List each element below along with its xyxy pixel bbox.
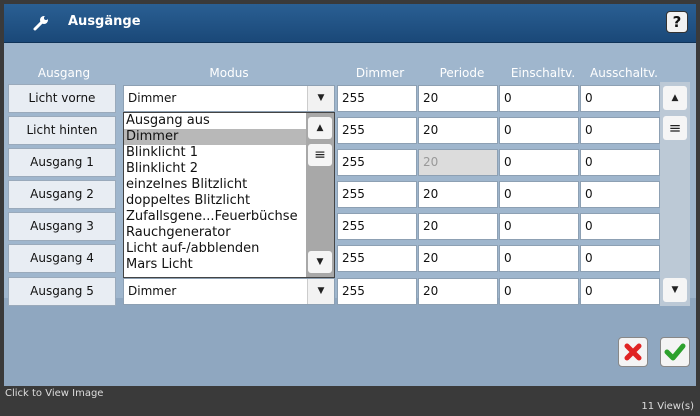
header-modus: Modus xyxy=(209,66,249,80)
row-label: Ausgang 2 xyxy=(8,180,116,209)
einschaltv-field[interactable]: 0 xyxy=(499,245,579,272)
dimmer-field[interactable]: 255 xyxy=(337,278,417,305)
wrench-icon xyxy=(33,16,48,31)
dimmer-field[interactable]: 255 xyxy=(337,149,417,176)
dialog-window: Ausgänge ? Ausgang Modus Dimmer Periode … xyxy=(4,4,696,386)
periode-field[interactable]: 20 xyxy=(418,213,498,240)
row-label: Licht hinten xyxy=(8,116,116,145)
ausschaltv-field[interactable]: 0 xyxy=(580,278,660,305)
chevron-up-icon[interactable]: ▲ xyxy=(308,117,332,139)
periode-field[interactable]: 20 xyxy=(418,245,498,272)
row-label: Ausgang 3 xyxy=(8,212,116,241)
ok-button[interactable] xyxy=(660,337,690,367)
click-to-view-link[interactable]: Click to View Image xyxy=(5,388,103,399)
periode-field[interactable]: 20 xyxy=(418,278,498,305)
button-bar xyxy=(4,324,696,386)
menu-icon[interactable]: ≡ xyxy=(663,116,687,140)
row-label: Ausgang 1 xyxy=(8,148,116,177)
mode-value: Dimmer xyxy=(128,91,177,105)
dropdown-option[interactable]: einzelnes Blitzlicht xyxy=(124,177,306,193)
menu-icon[interactable]: ≡ xyxy=(308,144,332,166)
einschaltv-field[interactable]: 0 xyxy=(499,278,579,305)
einschaltv-field[interactable]: 0 xyxy=(499,181,579,208)
dropdown-option[interactable]: doppeltes Blitzlicht xyxy=(124,193,306,209)
dropdown-options: Ausgang aus Dimmer Blinklicht 1 Blinklic… xyxy=(124,113,306,273)
dropdown-option[interactable]: Ausgang aus xyxy=(124,113,306,129)
dimmer-field[interactable]: 255 xyxy=(337,213,417,240)
view-count: 11 View(s) xyxy=(641,401,694,412)
dropdown-option[interactable]: Blinklicht 1 xyxy=(124,145,306,161)
cancel-button[interactable] xyxy=(618,337,648,367)
ausschaltv-field[interactable]: 0 xyxy=(580,117,660,144)
row-label: Ausgang 5 xyxy=(8,277,116,306)
status-bar xyxy=(0,386,700,416)
header-periode: Periode xyxy=(439,66,485,80)
dropdown-option-selected[interactable]: Dimmer xyxy=(124,129,306,145)
periode-field[interactable]: 20 xyxy=(418,85,498,112)
einschaltv-field[interactable]: 0 xyxy=(499,117,579,144)
einschaltv-field[interactable]: 0 xyxy=(499,149,579,176)
ausschaltv-field[interactable]: 0 xyxy=(580,149,660,176)
mode-select[interactable]: Dimmer ▼ xyxy=(123,278,335,305)
row-label: Ausgang 4 xyxy=(8,244,116,273)
dimmer-field[interactable]: 255 xyxy=(337,85,417,112)
periode-field: 20 xyxy=(418,149,498,176)
ausschaltv-field[interactable]: 0 xyxy=(580,213,660,240)
dropdown-option[interactable]: Mars Licht xyxy=(124,257,306,273)
ausschaltv-field[interactable]: 0 xyxy=(580,85,660,112)
dropdown-option[interactable]: Licht auf-/abblenden xyxy=(124,241,306,257)
help-icon[interactable]: ? xyxy=(666,11,688,33)
dropdown-option[interactable]: Blinklicht 2 xyxy=(124,161,306,177)
chevron-down-icon[interactable]: ▼ xyxy=(308,251,332,273)
header-ausschaltv: Ausschaltv. xyxy=(590,66,658,80)
chevron-up-icon[interactable]: ▲ xyxy=(663,86,687,110)
ausschaltv-field[interactable]: 0 xyxy=(580,245,660,272)
x-icon xyxy=(624,343,642,361)
chevron-down-icon[interactable]: ▼ xyxy=(663,278,687,302)
dimmer-field[interactable]: 255 xyxy=(337,117,417,144)
dropdown-option[interactable]: Zufallsgene...Feuerbüchse xyxy=(124,209,306,225)
einschaltv-field[interactable]: 0 xyxy=(499,85,579,112)
window-title: Ausgänge xyxy=(68,14,141,29)
checkmark-icon xyxy=(664,343,686,361)
table-scrollbar[interactable]: ▲ ≡ ▼ xyxy=(660,82,690,306)
mode-dropdown-list[interactable]: Ausgang aus Dimmer Blinklicht 1 Blinklic… xyxy=(123,112,335,278)
header-einschaltv: Einschaltv. xyxy=(510,66,576,80)
header-dimmer: Dimmer xyxy=(355,66,405,80)
einschaltv-field[interactable]: 0 xyxy=(499,213,579,240)
chevron-down-icon[interactable]: ▼ xyxy=(307,279,334,304)
periode-field[interactable]: 20 xyxy=(418,117,498,144)
dimmer-field[interactable]: 255 xyxy=(337,181,417,208)
mode-select[interactable]: Dimmer ▼ xyxy=(123,85,335,112)
ausschaltv-field[interactable]: 0 xyxy=(580,181,660,208)
chevron-down-icon[interactable]: ▼ xyxy=(307,86,334,111)
dropdown-option[interactable]: Rauchgenerator xyxy=(124,225,306,241)
dropdown-scrollbar[interactable]: ▲ ≡ ▼ xyxy=(306,113,334,277)
row-label: Licht vorne xyxy=(8,84,116,113)
dimmer-field[interactable]: 255 xyxy=(337,245,417,272)
mode-value: Dimmer xyxy=(128,284,177,298)
header-ausgang: Ausgang xyxy=(37,66,91,80)
title-bar: Ausgänge ? xyxy=(4,4,696,43)
periode-field[interactable]: 20 xyxy=(418,181,498,208)
